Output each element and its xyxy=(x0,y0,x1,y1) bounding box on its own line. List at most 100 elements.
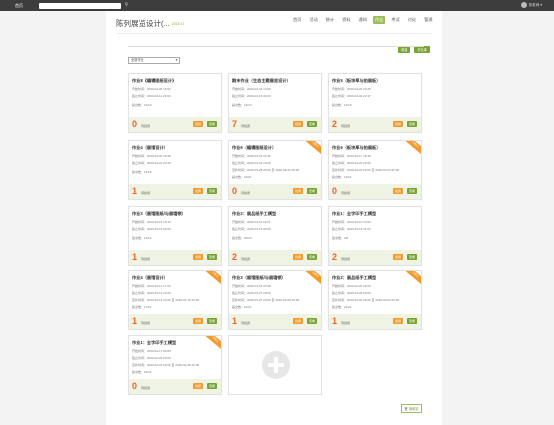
view-button[interactable]: 查看 xyxy=(206,318,217,324)
review-button[interactable]: 批阅 xyxy=(392,254,403,260)
submit-count: 提交数：2/6 xyxy=(332,236,349,240)
assignment-card[interactable]: 作业1：全字印手工模型 开始时间：2020-03-10 10:04 截止时间：202… xyxy=(328,206,422,266)
assignment-title[interactable]: 作业2：展品纸手工模型 xyxy=(232,211,320,217)
view-button[interactable]: 查看 xyxy=(406,318,417,324)
card-footer: 2 待批阅 批阅 查看 xyxy=(229,250,321,265)
card-footer: 7 待批阅 批阅 查看 xyxy=(229,117,321,132)
review-button[interactable]: 批阅 xyxy=(292,254,303,260)
assignment-title[interactable]: 作业4（展馆设计） xyxy=(132,145,220,151)
start-time: 开始时间：2020-03-20 23:28 xyxy=(132,154,171,158)
review-button[interactable]: 批阅 xyxy=(292,121,303,127)
assignment-card[interactable]: 作业2：展品纸手工模型 开始时间：2020-03-11 19:07 截止时间：202… xyxy=(228,206,322,266)
nav-tab[interactable]: 首页 xyxy=(291,16,302,24)
assignment-card[interactable]: 作业4（展馆设计） 开始时间：2020-03-11 17:02 截止时间：2020-… xyxy=(128,270,222,330)
review-button[interactable]: 批阅 xyxy=(192,121,203,127)
view-button[interactable]: 查看 xyxy=(206,121,217,127)
assignment-card[interactable]: 作业6（编辑图纸设计） 开始时间：2020-03-18 16:49 截止时间：202… xyxy=(228,140,322,200)
search-icon[interactable]: ⚲ xyxy=(123,2,130,9)
unreviewed-count: 1 xyxy=(132,316,138,326)
start-time: 开始时间：2020-02-25 20:00 xyxy=(332,284,371,288)
unreviewed-label: 待批阅 xyxy=(141,257,151,261)
filter-select[interactable]: 全部作业 ▼ xyxy=(128,57,180,64)
start-time: 开始时间：2020-02-17 00:00 xyxy=(132,349,171,353)
assignment-card[interactable]: 作业1：全字印手工模型 开始时间：2020-02-17 00:00 截止时间：202… xyxy=(128,335,222,395)
unreviewed-count: 0 xyxy=(332,186,338,196)
review-button[interactable]: 批阅 xyxy=(392,318,403,324)
home-link[interactable]: 首页 xyxy=(15,3,39,9)
view-button[interactable]: 查看 xyxy=(306,254,317,260)
assignment-title[interactable]: 作业1：全字印手工模型 xyxy=(132,340,220,346)
resubmit-time: 至补时间：2020-03-22 20:00 至 2020-03-23 20:00 xyxy=(332,168,400,172)
assignment-card[interactable]: 作业2：展品纸手工模型 开始时间：2020-02-25 20:00 截止时间：202… xyxy=(328,270,422,330)
review-button[interactable]: 批阅 xyxy=(392,188,403,194)
nav-tab[interactable]: 作业 xyxy=(373,16,385,24)
end-time: 截止时间：2020-02-23 20:00 xyxy=(132,356,171,360)
unreviewed-count: 0 xyxy=(132,119,138,129)
assignment-card[interactable]: 作业4（展馆设计） 开始时间：2020-03-20 23:28 截止时间：2020-… xyxy=(128,140,222,200)
end-time: 截止时间：2020-03-15 00:00 xyxy=(232,227,271,231)
nav-tab[interactable]: 考试 xyxy=(390,16,401,24)
view-button[interactable]: 查看 xyxy=(406,121,417,127)
nav-tab[interactable]: 活动 xyxy=(308,16,319,24)
nav-tab[interactable]: 管理 xyxy=(423,16,434,24)
nav-tab[interactable]: 统计 xyxy=(324,16,335,24)
start-time: 开始时间：2020-03-03 15:08 xyxy=(232,284,271,288)
assignment-title[interactable]: 作业5（板块草与拍展板） xyxy=(332,78,420,84)
unreviewed-label: 待批阅 xyxy=(341,124,351,128)
unreviewed-count: 2 xyxy=(332,252,338,262)
assignment-title[interactable]: 作业2：展品纸手工模型 xyxy=(332,275,420,281)
review-button[interactable]: 批阅 xyxy=(292,188,303,194)
view-button[interactable]: 查看 xyxy=(206,383,217,389)
assignment-title[interactable]: 作业3（展馆图纸/与展墙顿） xyxy=(132,211,220,217)
view-button[interactable]: 查看 xyxy=(206,188,217,194)
review-button[interactable]: 批阅 xyxy=(192,383,203,389)
assignment-title[interactable]: 作业6（编辑图纸设计） xyxy=(232,145,320,151)
assignment-title[interactable]: 期末作业（生态主题展览设计） xyxy=(232,78,320,84)
resubmit-time: 至补时间：2020-02-24 20:00 至 2020-02-25 20:00 xyxy=(132,363,200,367)
review-button[interactable]: 批阅 xyxy=(192,318,203,324)
start-time: 开始时间：2020-04-06 15:02 xyxy=(132,87,171,91)
assignment-card[interactable]: 作业3（展馆图纸/与展墙顿） 开始时间：2020-03-13 19:12 截止时间：… xyxy=(128,206,222,266)
review-button[interactable]: 批阅 xyxy=(292,318,303,324)
end-time: 截止时间：2020-04-02 22:37 xyxy=(332,94,371,98)
search-input[interactable] xyxy=(39,2,121,9)
end-time: 截止时间：2020-03-28 20:00 xyxy=(332,291,371,295)
divider xyxy=(116,33,432,34)
assignment-card[interactable]: 期末作业（生态主题展览设计） 开始时间：2020-03-31 14:09 截止时间：… xyxy=(228,73,322,133)
view-button[interactable]: 查看 xyxy=(406,188,417,194)
library-button[interactable]: 作业库 xyxy=(414,46,430,54)
add-assignment-card[interactable] xyxy=(228,335,322,395)
assignment-title[interactable]: 作业5（板块草与拍展板） xyxy=(332,145,420,151)
view-button[interactable]: 查看 xyxy=(306,318,317,324)
end-time: 截止时间：2020-03-13 20:00 xyxy=(132,291,171,295)
create-button[interactable]: 新建 xyxy=(398,46,411,54)
assignment-title[interactable]: 作业1：全字印手工模型 xyxy=(332,211,420,217)
view-button[interactable]: 查看 xyxy=(306,188,317,194)
review-button[interactable]: 批阅 xyxy=(192,188,203,194)
assignment-card[interactable]: 作业5（板块草与拍展板） 开始时间：2020-03-26 23:29 截止时间：20… xyxy=(328,73,422,133)
start-time: 开始时间：2020-03-11 19:07 xyxy=(232,220,271,224)
review-button[interactable]: 批阅 xyxy=(192,254,203,260)
assignment-card[interactable]: 作业3（展馆图纸/与展墙顿） 开始时间：2020-03-03 15:08 截止时间：… xyxy=(228,270,322,330)
view-button[interactable]: 查看 xyxy=(306,121,317,127)
nav-tab[interactable]: 通知 xyxy=(357,16,368,24)
start-time: 开始时间：2020-03-17 15:49 xyxy=(332,154,371,158)
end-time: 截止时间：2020-03-22 10:00 xyxy=(232,161,271,165)
unreviewed-count: 1 xyxy=(232,316,238,326)
assignment-title[interactable]: 作业4（展馆设计） xyxy=(132,275,220,281)
recycle-bin-button[interactable]: 🗑 回收站 xyxy=(401,404,422,413)
assignment-card[interactable]: 作业5（板块草与拍展板） 开始时间：2020-03-17 15:49 截止时间：20… xyxy=(328,140,422,200)
assignment-card[interactable]: 作业8《编辑图纸设计》 开始时间：2020-04-06 15:02 截止时间：202… xyxy=(128,73,222,133)
view-button[interactable]: 查看 xyxy=(206,254,217,260)
user-menu[interactable]: 张老师 ▾ xyxy=(520,2,542,8)
unreviewed-label: 待批阅 xyxy=(141,191,151,195)
assignment-title[interactable]: 作业8《编辑图纸设计》 xyxy=(132,78,220,84)
nav-tab[interactable]: 讨论 xyxy=(406,16,417,24)
nav-tab[interactable]: 资料 xyxy=(341,16,352,24)
submit-count: 提交数：13/13 xyxy=(232,103,252,107)
assignment-title[interactable]: 作业3（展馆图纸/与展墙顿） xyxy=(232,275,320,281)
review-button[interactable]: 批阅 xyxy=(392,121,403,127)
card-footer: 2 待批阅 批阅 查看 xyxy=(329,117,421,132)
card-footer: 1 待批阅 批阅 查看 xyxy=(129,250,221,265)
view-button[interactable]: 查看 xyxy=(406,254,417,260)
